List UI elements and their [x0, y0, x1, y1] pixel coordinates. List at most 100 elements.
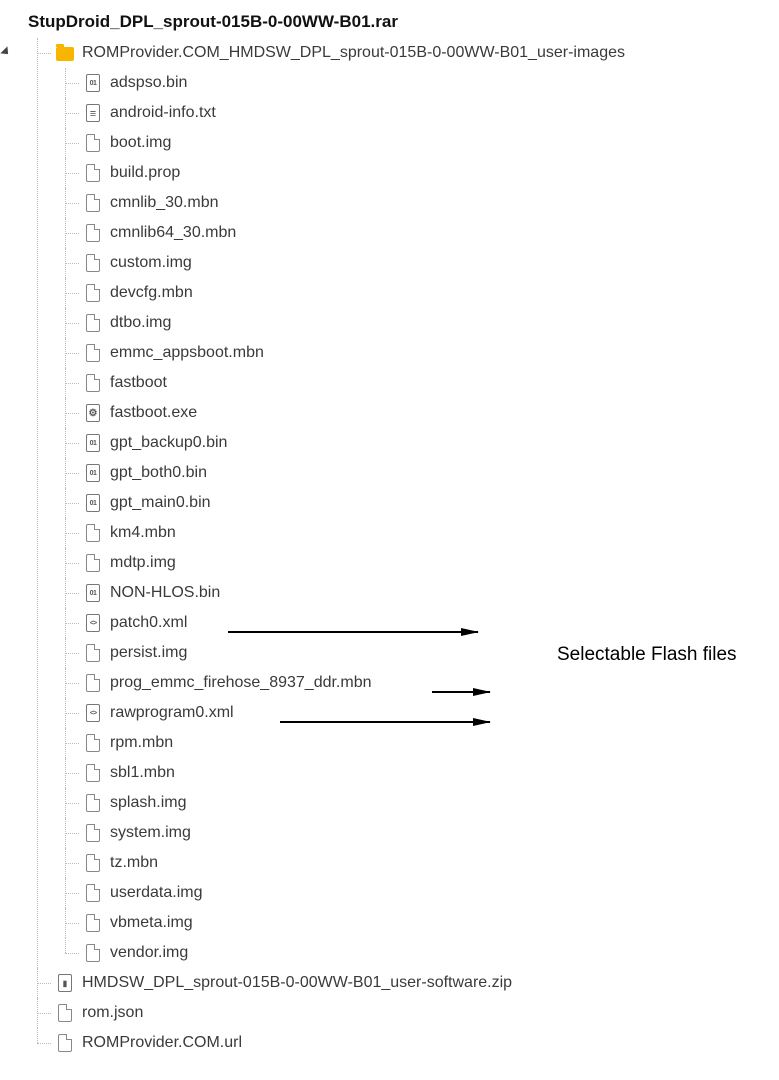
tree-node-file[interactable]: rawprogram0.xml [56, 698, 767, 728]
expand-toggle-icon[interactable] [0, 46, 11, 57]
file-label: rawprogram0.xml [110, 704, 234, 722]
file-file-icon [84, 374, 102, 392]
tree-node-file[interactable]: gpt_backup0.bin [56, 428, 767, 458]
tree-node-file[interactable]: rom.json [28, 998, 767, 1028]
tree-node-file[interactable]: splash.img [56, 788, 767, 818]
file-label: rom.json [82, 1004, 143, 1022]
file-file-icon [84, 794, 102, 812]
tree-node-file[interactable]: custom.img [56, 248, 767, 278]
tree-node-file[interactable]: cmnlib_30.mbn [56, 188, 767, 218]
tree-node-file[interactable]: android-info.txt [56, 98, 767, 128]
annotation-label: Selectable Flash files [557, 644, 737, 666]
file-label: rpm.mbn [110, 734, 173, 752]
file-file-icon [84, 644, 102, 662]
file-label: boot.img [110, 134, 171, 152]
xml-file-icon [84, 704, 102, 722]
tree-node-file[interactable]: mdtp.img [56, 548, 767, 578]
file-file-icon [56, 1004, 74, 1022]
file-label: cmnlib_30.mbn [110, 194, 219, 212]
file-file-icon [84, 314, 102, 332]
file-label: cmnlib64_30.mbn [110, 224, 236, 242]
file-label: NON-HLOS.bin [110, 584, 220, 602]
tree-node-file[interactable]: tz.mbn [56, 848, 767, 878]
file-file-icon [84, 674, 102, 692]
bin-file-icon [84, 74, 102, 92]
tree-node-file[interactable]: adspso.bin [56, 68, 767, 98]
tree-node-file[interactable]: gpt_main0.bin [56, 488, 767, 518]
file-file-icon [84, 224, 102, 242]
file-label: gpt_both0.bin [110, 464, 207, 482]
file-label: vendor.img [110, 944, 188, 962]
file-label: dtbo.img [110, 314, 171, 332]
tree-node-file[interactable]: cmnlib64_30.mbn [56, 218, 767, 248]
file-file-icon [84, 344, 102, 362]
tree-node-file[interactable]: fastboot.exe [56, 398, 767, 428]
tree-node-file[interactable]: vbmeta.img [56, 908, 767, 938]
bin-file-icon [84, 584, 102, 602]
arrow-annotation [432, 691, 490, 693]
tree-node-file[interactable]: devcfg.mbn [56, 278, 767, 308]
file-file-icon [84, 854, 102, 872]
file-file-icon [84, 914, 102, 932]
xml-file-icon [84, 614, 102, 632]
file-file-icon [84, 194, 102, 212]
file-label: custom.img [110, 254, 192, 272]
tree-node-file[interactable]: build.prop [56, 158, 767, 188]
file-file-icon [84, 554, 102, 572]
archive-root-label: StupDroid_DPL_sprout-015B-0-00WW-B01.rar [28, 12, 767, 32]
file-file-icon [84, 284, 102, 302]
file-label: fastboot.exe [110, 404, 197, 422]
tree-node-file[interactable]: HMDSW_DPL_sprout-015B-0-00WW-B01_user-so… [28, 968, 767, 998]
file-file-icon [84, 824, 102, 842]
file-label: devcfg.mbn [110, 284, 193, 302]
tree-node-file[interactable]: fastboot [56, 368, 767, 398]
file-file-icon [84, 254, 102, 272]
bin-file-icon [84, 464, 102, 482]
file-label: splash.img [110, 794, 186, 812]
tree-node-file[interactable]: sbl1.mbn [56, 758, 767, 788]
tree-node-file[interactable]: km4.mbn [56, 518, 767, 548]
folder-label: ROMProvider.COM_HMDSW_DPL_sprout-015B-0-… [82, 44, 625, 62]
file-label: userdata.img [110, 884, 203, 902]
file-label: HMDSW_DPL_sprout-015B-0-00WW-B01_user-so… [82, 974, 512, 992]
arrow-annotation [280, 721, 490, 723]
file-label: android-info.txt [110, 104, 216, 122]
tree-node-file[interactable]: emmc_appsboot.mbn [56, 338, 767, 368]
tree-node-file[interactable]: rpm.mbn [56, 728, 767, 758]
tree-node-file[interactable]: prog_emmc_firehose_8937_ddr.mbn [56, 668, 767, 698]
tree-node-file[interactable]: boot.img [56, 128, 767, 158]
file-label: gpt_main0.bin [110, 494, 211, 512]
file-label: mdtp.img [110, 554, 176, 572]
tree-node-file[interactable]: userdata.img [56, 878, 767, 908]
bin-file-icon [84, 434, 102, 452]
zip-file-icon [56, 974, 74, 992]
file-file-icon [84, 764, 102, 782]
tree-node-file[interactable]: dtbo.img [56, 308, 767, 338]
file-label: prog_emmc_firehose_8937_ddr.mbn [110, 674, 372, 692]
file-label: sbl1.mbn [110, 764, 175, 782]
tree-node-file[interactable]: NON-HLOS.bin [56, 578, 767, 608]
file-tree: ROMProvider.COM_HMDSW_DPL_sprout-015B-0-… [28, 38, 767, 1058]
file-file-icon [84, 884, 102, 902]
file-file-icon [84, 734, 102, 752]
tree-node-file[interactable]: system.img [56, 818, 767, 848]
tree-node-file[interactable]: gpt_both0.bin [56, 458, 767, 488]
file-file-icon [56, 1034, 74, 1052]
tree-node-file[interactable]: patch0.xml [56, 608, 767, 638]
file-label: vbmeta.img [110, 914, 193, 932]
tree-node-folder[interactable]: ROMProvider.COM_HMDSW_DPL_sprout-015B-0-… [28, 38, 767, 968]
file-file-icon [84, 164, 102, 182]
file-label: persist.img [110, 644, 187, 662]
file-file-icon [84, 524, 102, 542]
tree-node-file[interactable]: vendor.img [56, 938, 767, 968]
file-label: patch0.xml [110, 614, 187, 632]
tree-node-file[interactable]: ROMProvider.COM.url [28, 1028, 767, 1058]
file-label: gpt_backup0.bin [110, 434, 227, 452]
arrow-annotation [228, 631, 478, 633]
file-label: fastboot [110, 374, 167, 392]
file-file-icon [84, 944, 102, 962]
exe-file-icon [84, 404, 102, 422]
file-label: build.prop [110, 164, 180, 182]
bin-file-icon [84, 494, 102, 512]
file-label: tz.mbn [110, 854, 158, 872]
